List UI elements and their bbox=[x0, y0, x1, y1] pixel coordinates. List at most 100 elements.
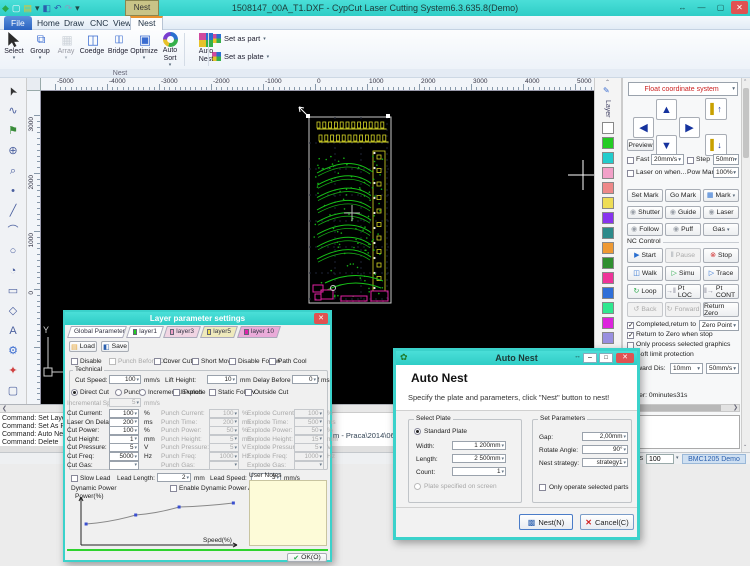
step-checkbox[interactable] bbox=[687, 157, 694, 164]
user-notes-box[interactable] bbox=[249, 480, 327, 546]
mode-explode[interactable] bbox=[173, 389, 180, 396]
mode-incremental-punch[interactable] bbox=[139, 389, 146, 396]
check-cover-cut[interactable] bbox=[154, 358, 161, 365]
layer-color-swatch[interactable] bbox=[602, 152, 614, 164]
layer-color-swatch[interactable] bbox=[602, 227, 614, 239]
check-disable[interactable] bbox=[71, 358, 78, 365]
head-up-button[interactable]: ▌↑ bbox=[705, 98, 727, 120]
close-icon[interactable]: ✕ bbox=[616, 353, 634, 363]
style-icon[interactable]: ↔ bbox=[674, 1, 691, 14]
move-dis-input[interactable]: 100 bbox=[646, 454, 674, 464]
length-input[interactable]: 2 500mm▾ bbox=[452, 454, 506, 463]
circle-tool[interactable]: ○ bbox=[2, 242, 24, 260]
layer-color-swatch[interactable] bbox=[602, 197, 614, 209]
jog-right-button[interactable]: ▶ bbox=[679, 117, 700, 138]
auto-sort-button[interactable]: Auto Sort▾ bbox=[157, 31, 183, 68]
tab-nest[interactable]: Nest bbox=[130, 16, 163, 30]
loop-button[interactable]: ↻Loop bbox=[627, 284, 663, 299]
pt-cont-button[interactable]: ‖→Pt CONT bbox=[703, 284, 739, 299]
laser-off-delay-input[interactable]: 0▾ bbox=[292, 375, 318, 384]
bridge-button[interactable]: ▯▯Bridge bbox=[105, 31, 131, 68]
check-short-move[interactable] bbox=[192, 358, 199, 365]
layer-color-swatch[interactable] bbox=[602, 212, 614, 224]
tab-file[interactable]: File bbox=[4, 16, 32, 30]
enable-dynamic-checkbox[interactable] bbox=[170, 485, 177, 492]
minimize-icon[interactable]: — bbox=[693, 1, 710, 14]
zoom-tool[interactable]: ⌕ bbox=[2, 162, 24, 180]
select-button[interactable]: Select▾ bbox=[1, 31, 27, 68]
auto-nest-button[interactable]: AutoNest bbox=[191, 31, 221, 68]
standard-plate-radio[interactable] bbox=[414, 428, 421, 435]
point-tool[interactable]: • bbox=[2, 182, 24, 200]
shutter-button[interactable]: ◉Shutter bbox=[627, 206, 663, 219]
fast-speed-select[interactable]: 20mm/s▾ bbox=[651, 154, 684, 165]
laser-button[interactable]: ◉Laser bbox=[703, 206, 739, 219]
option-checkbox-0[interactable]: ✓ bbox=[627, 322, 634, 329]
polygon-tool[interactable]: ◇ bbox=[2, 302, 24, 320]
pie-tool[interactable]: ◔ bbox=[2, 262, 24, 280]
coedge-button[interactable]: ◫Coedge bbox=[79, 31, 105, 68]
pan-tool[interactable]: ⊕ bbox=[2, 142, 24, 160]
slow-lead-checkbox[interactable] bbox=[71, 475, 78, 482]
fast-checkbox[interactable] bbox=[627, 157, 634, 164]
layer-color-swatch[interactable] bbox=[602, 302, 614, 314]
layer-color-swatch[interactable] bbox=[602, 272, 614, 284]
optimize-button[interactable]: ▣Optimize▾ bbox=[131, 31, 157, 68]
select-tool[interactable]: ➤ bbox=[0, 77, 26, 105]
only-selected-checkbox[interactable] bbox=[539, 484, 546, 491]
gear-tool[interactable]: ⚙ bbox=[2, 342, 24, 360]
lift-height-input[interactable]: 10▾ bbox=[207, 375, 237, 384]
forward-dis-select[interactable]: 10mm▾ bbox=[670, 363, 703, 374]
layer-color-swatch[interactable] bbox=[602, 257, 614, 269]
jog-left-button[interactable]: ◀ bbox=[633, 117, 654, 138]
rounded-rect-tool[interactable]: ▢ bbox=[2, 382, 24, 400]
chevron-down-icon[interactable]: ▾ bbox=[676, 455, 679, 461]
jog-down-button[interactable]: ▼ bbox=[656, 135, 677, 156]
power-select[interactable]: 100%▾ bbox=[713, 167, 739, 178]
set-mark-button[interactable]: Set Mark bbox=[627, 189, 663, 202]
mode-outside-cut[interactable] bbox=[245, 389, 252, 396]
save-button[interactable]: ◧Save bbox=[101, 341, 129, 352]
layer-color-swatch[interactable] bbox=[602, 287, 614, 299]
walk-button[interactable]: ◫Walk bbox=[627, 266, 663, 281]
forward-speed-select[interactable]: 50mm/s▾ bbox=[706, 363, 739, 374]
mode-punch[interactable] bbox=[115, 389, 122, 396]
step-select[interactable]: 50mm▾ bbox=[713, 154, 739, 165]
panel-scrollbar[interactable]: ⌃⌄ bbox=[741, 78, 750, 452]
go-mark-button[interactable]: Go Mark bbox=[665, 189, 701, 202]
check-path-cool[interactable] bbox=[269, 358, 276, 365]
text-tool[interactable]: A bbox=[2, 322, 24, 340]
scroll-thumb[interactable] bbox=[743, 88, 749, 158]
gap-input[interactable]: 2,00mm▾ bbox=[582, 432, 628, 441]
scroll-right-icon[interactable]: ❯ bbox=[733, 404, 738, 411]
preview-button[interactable]: Preview bbox=[627, 139, 654, 151]
head-down-button[interactable]: ▌↓ bbox=[705, 134, 727, 156]
scroll-up-icon[interactable]: ⌃ bbox=[605, 79, 610, 86]
layer-color-swatch[interactable] bbox=[602, 242, 614, 254]
arc-tool[interactable]: ⌒ bbox=[2, 222, 24, 240]
nest-strategy-input[interactable]: strategy1▾ bbox=[582, 458, 628, 467]
pencil-icon[interactable]: ✎ bbox=[603, 86, 610, 95]
lead-length-input[interactable]: 2▾ bbox=[157, 473, 191, 482]
group-button[interactable]: ⧉Group▾ bbox=[27, 31, 53, 68]
guide-button[interactable]: ◉Guide bbox=[665, 206, 701, 219]
layer-color-swatch[interactable] bbox=[602, 167, 614, 179]
scroll-up-icon[interactable]: ⌃ bbox=[743, 79, 747, 85]
rectangle-tool[interactable]: ▭ bbox=[2, 282, 24, 300]
coordinate-system-select[interactable]: Float coordinate system▾ bbox=[628, 82, 738, 96]
field-input[interactable]: ▾ bbox=[109, 461, 139, 470]
check-disable-follow[interactable] bbox=[229, 358, 236, 365]
width-input[interactable]: 1 200mm▾ bbox=[452, 441, 506, 450]
style-icon[interactable]: ↔ bbox=[574, 353, 581, 360]
rotate-angle-input[interactable]: 90°▾ bbox=[582, 445, 628, 454]
maximize-icon[interactable]: ▢ bbox=[712, 1, 729, 14]
cancel-button[interactable]: ✕ Cancel(C) bbox=[580, 514, 634, 530]
stop-button[interactable]: ⊗Stop bbox=[703, 248, 739, 263]
minimize-icon[interactable]: – bbox=[583, 353, 597, 363]
cut-speed-input[interactable]: 100▾ bbox=[109, 375, 141, 384]
start-button[interactable]: ▶Start bbox=[627, 248, 663, 263]
jog-up-button[interactable]: ▲ bbox=[656, 99, 677, 120]
maximize-icon[interactable]: □ bbox=[599, 353, 613, 363]
flag-tool[interactable]: ⚑ bbox=[2, 122, 24, 140]
puff-button[interactable]: ◉Puff bbox=[665, 223, 701, 236]
